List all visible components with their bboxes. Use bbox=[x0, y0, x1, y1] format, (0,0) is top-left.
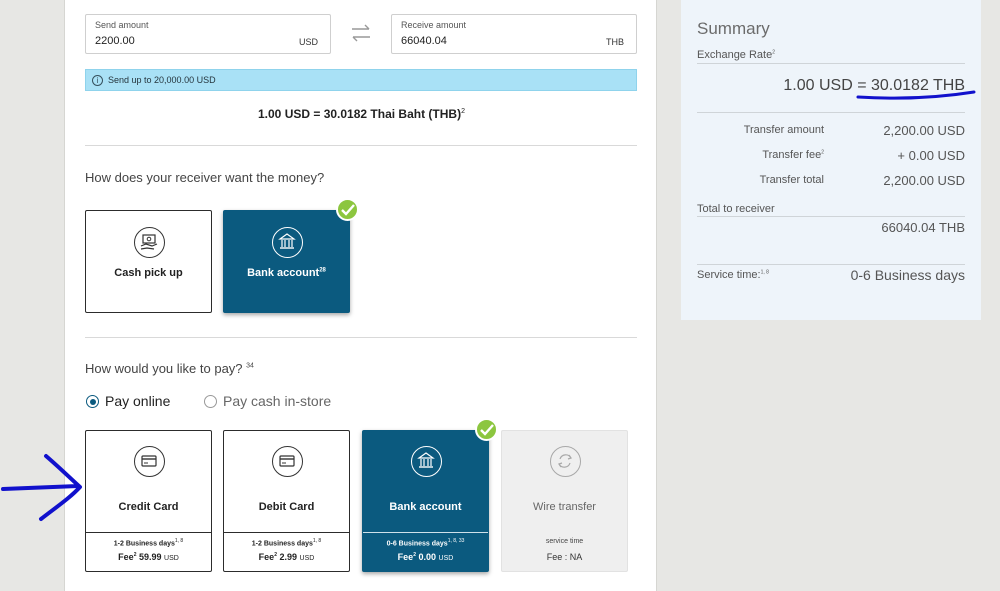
cash-hand-icon bbox=[134, 227, 165, 258]
bank-account-fee: Fee2 0.00 USD bbox=[397, 552, 454, 562]
exchange-rate-line: 1.00 USD = 30.0182 Thai Baht (THB)2 bbox=[65, 107, 658, 121]
summary-divider bbox=[697, 112, 965, 113]
wire-transfer-label: Wire transfer bbox=[533, 501, 596, 513]
credit-card-option[interactable]: Credit Card 1-2 Business days1, 8 Fee2 5… bbox=[85, 430, 212, 572]
exchange-rate-label: Exchange Rate2 bbox=[697, 49, 775, 61]
total-receiver-label: Total to receiver bbox=[697, 203, 775, 215]
send-amount-value[interactable]: 2200.00 bbox=[95, 35, 135, 47]
transfer-amount-label: Transfer amount bbox=[743, 124, 824, 136]
cash-pickup-label: Cash pick up bbox=[114, 267, 183, 279]
radio-unchecked-icon[interactable] bbox=[204, 395, 217, 408]
total-receiver-value: 66040.04 THB bbox=[881, 220, 965, 235]
bank-account-receive-option[interactable]: Bank account28 bbox=[223, 210, 350, 313]
debit-card-fee: Fee2 2.99 USD bbox=[258, 552, 315, 562]
summary-title: Summary bbox=[697, 19, 770, 38]
summary-panel: Summary Exchange Rate2 1.00 USD = 30.018… bbox=[681, 0, 981, 320]
bank-account-service-time: 0-6 Business days1, 8, 33 bbox=[386, 538, 465, 548]
selected-check-icon bbox=[475, 418, 498, 441]
transfer-fee-label: Transfer fee2 bbox=[762, 149, 824, 161]
credit-card-fee: Fee2 59.99 USD bbox=[118, 552, 179, 562]
card-separator bbox=[86, 532, 211, 533]
credit-card-service-time: 1-2 Business days1, 8 bbox=[113, 538, 184, 548]
send-amount-field[interactable]: Send amount 2200.00 USD bbox=[85, 14, 331, 54]
credit-card-label: Credit Card bbox=[118, 501, 179, 513]
debit-card-service-time: 1-2 Business days1, 8 bbox=[251, 538, 322, 548]
transfer-total-value: 2,200.00 USD bbox=[883, 173, 965, 188]
send-amount-label: Send amount bbox=[95, 20, 149, 30]
summary-rate-thb: 30.0182 THB bbox=[871, 77, 965, 94]
wire-transfer-service-time: service time bbox=[545, 538, 584, 545]
receive-amount-field[interactable]: Receive amount 66040.04 THB bbox=[391, 14, 637, 54]
transfer-total-label: Transfer total bbox=[759, 174, 824, 186]
send-limit-text: Send up to 20,000.00 USD bbox=[108, 75, 216, 85]
card-separator bbox=[363, 532, 488, 533]
wire-transfer-fee: Fee : NA bbox=[546, 552, 583, 562]
pay-method-question: How would you like to pay? 34 bbox=[85, 361, 254, 376]
wire-transfer-option: Wire transfer service time Fee : NA bbox=[501, 430, 628, 572]
service-time-label: Service time:1, 8 bbox=[697, 269, 769, 281]
summary-exchange-rate: 1.00 USD = 30.0182 THB bbox=[783, 77, 965, 94]
divider bbox=[85, 337, 637, 338]
transfer-fee-value: + 0.00 USD bbox=[897, 148, 965, 163]
summary-divider bbox=[697, 264, 965, 265]
service-time-value: 0-6 Business days bbox=[850, 267, 965, 283]
swap-arrows-icon[interactable] bbox=[350, 24, 372, 42]
card-separator bbox=[224, 532, 349, 533]
transfer-form-panel: Send amount 2200.00 USD Receive amount 6… bbox=[64, 0, 657, 591]
bank-account-pay-label: Bank account bbox=[389, 501, 462, 513]
divider bbox=[85, 145, 637, 146]
bank-account-receive-label: Bank account28 bbox=[247, 267, 326, 279]
exchange-rate-footnote: 2 bbox=[461, 108, 465, 115]
bank-account-pay-option[interactable]: Bank account 0-6 Business days1, 8, 33 F… bbox=[362, 430, 489, 572]
debit-card-icon bbox=[272, 446, 303, 477]
transfer-amount-value: 2,200.00 USD bbox=[883, 123, 965, 138]
credit-card-icon bbox=[134, 446, 165, 477]
summary-divider bbox=[697, 216, 965, 217]
receive-method-question: How does your receiver want the money? bbox=[85, 170, 325, 185]
wire-transfer-icon bbox=[550, 446, 581, 477]
bank-icon bbox=[411, 446, 442, 477]
info-icon: i bbox=[92, 75, 103, 86]
receive-currency: THB bbox=[606, 37, 624, 47]
send-limit-info-bar: i Send up to 20,000.00 USD bbox=[85, 69, 637, 91]
summary-divider bbox=[697, 63, 965, 64]
debit-card-option[interactable]: Debit Card 1-2 Business days1, 8 Fee2 2.… bbox=[223, 430, 350, 572]
exchange-rate-text: 1.00 USD = 30.0182 Thai Baht (THB) bbox=[258, 107, 462, 121]
debit-card-label: Debit Card bbox=[258, 501, 315, 513]
pay-cash-instore-label[interactable]: Pay cash in-store bbox=[223, 393, 331, 409]
receive-amount-label: Receive amount bbox=[401, 20, 467, 30]
pay-online-label[interactable]: Pay online bbox=[105, 393, 170, 409]
radio-checked-icon[interactable] bbox=[86, 395, 99, 408]
cash-pickup-option[interactable]: Cash pick up bbox=[85, 210, 212, 313]
selected-check-icon bbox=[336, 198, 359, 221]
bank-icon bbox=[272, 227, 303, 258]
receive-amount-value[interactable]: 66040.04 bbox=[401, 35, 447, 47]
send-currency: USD bbox=[298, 37, 318, 47]
